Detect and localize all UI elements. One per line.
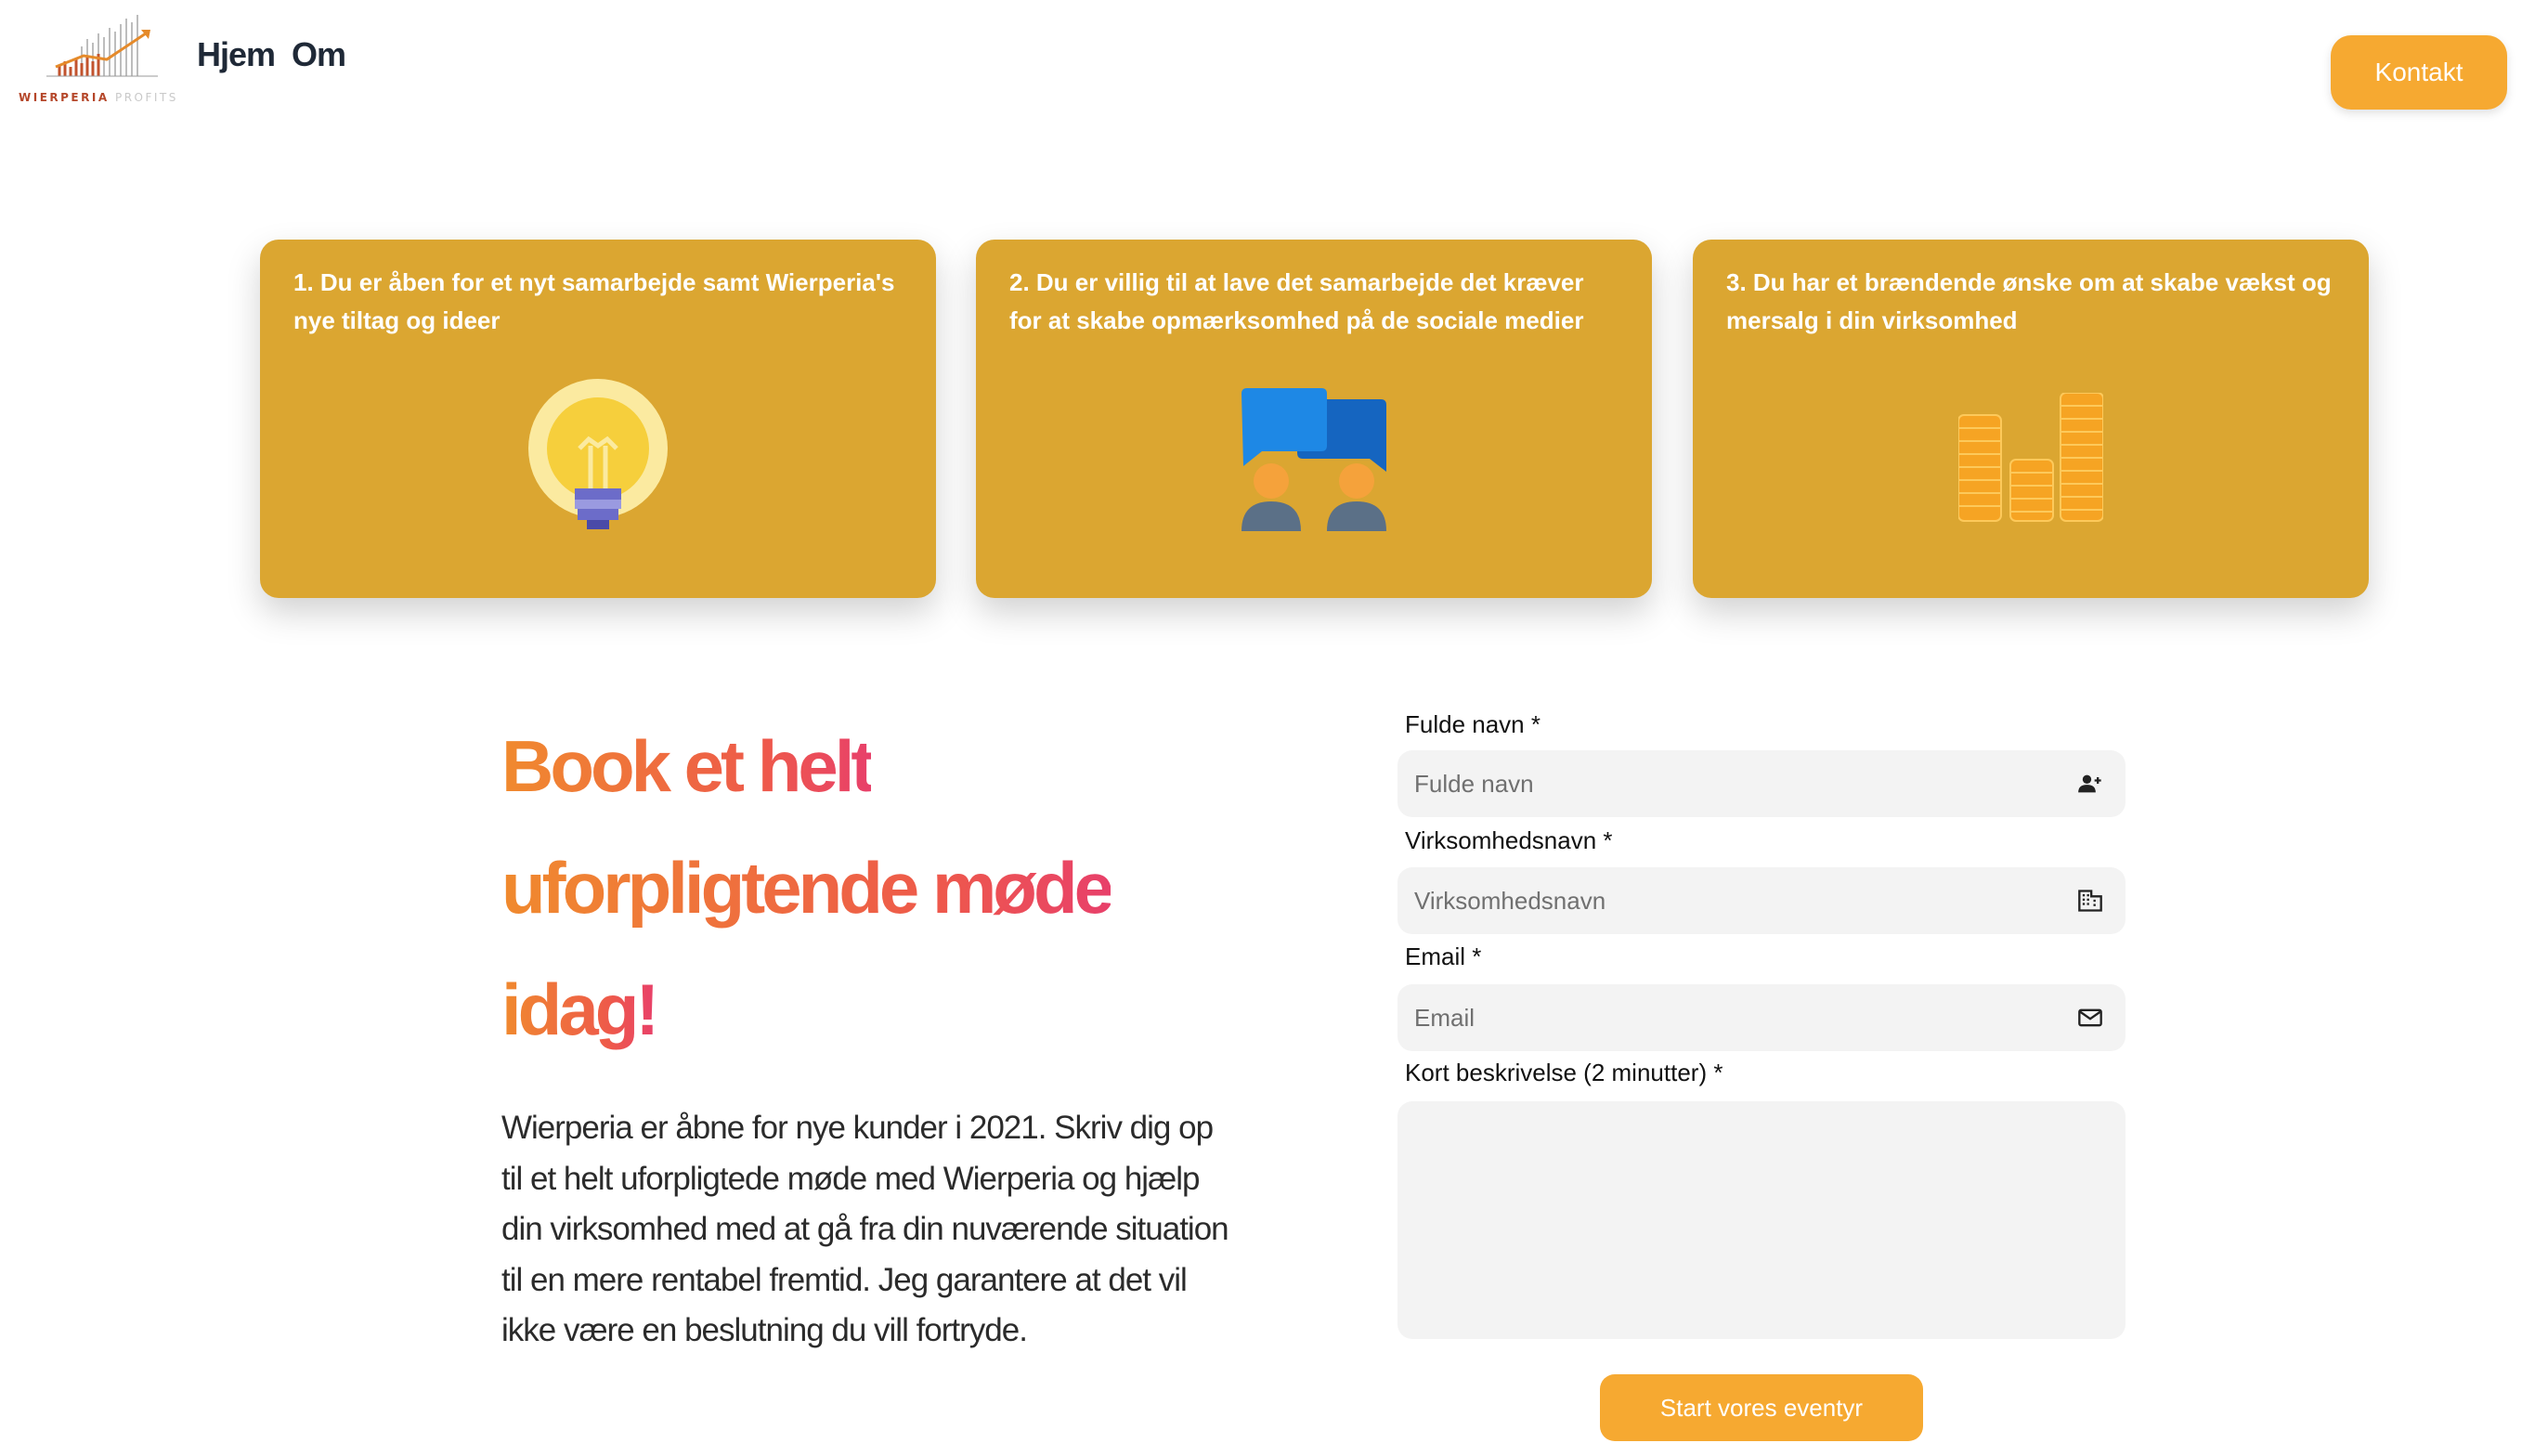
company-field	[1398, 867, 2126, 934]
logo-word-1: WIERPERIA	[19, 91, 110, 104]
nav-item-om[interactable]: Om	[292, 35, 346, 74]
name-field	[1398, 750, 2126, 817]
chat-people-icon	[1242, 388, 1386, 531]
submit-button[interactable]: Start vores eventyr	[1600, 1374, 1923, 1441]
company-input[interactable]	[1398, 867, 2126, 934]
name-input[interactable]	[1398, 750, 2126, 817]
criteria-card-1: 1. Du er åben for et nyt samarbejde samt…	[260, 240, 936, 598]
criteria-card-2: 2. Du er villig til at lave det samarbej…	[976, 240, 1652, 598]
main-nav: Hjem Om	[197, 35, 346, 74]
logo[interactable]: WIERPERIA PROFITS	[19, 11, 188, 110]
booking-description: Wierperia er åbne for nye kunder i 2021.…	[501, 1110, 1229, 1348]
building-icon	[2078, 890, 2102, 912]
criteria-card-3: 3. Du har et brændende ønske om at skabe…	[1693, 240, 2369, 598]
email-input[interactable]	[1398, 984, 2126, 1051]
card-text: 2. Du er villig til at lave det samarbej…	[1009, 268, 1584, 334]
coins-icon	[1958, 393, 2103, 522]
logo-chart-icon	[46, 15, 158, 77]
mail-icon	[2078, 1008, 2102, 1027]
page: WIERPERIA PROFITS Hjem Om Kontakt 1. Du …	[0, 0, 2535, 1456]
message-textarea[interactable]	[1398, 1101, 2126, 1339]
booking-heading: Book et helt uforpligtende møde idag!	[501, 706, 1244, 1071]
card-text: 3. Du har et brændende ønske om at skabe…	[1726, 268, 2332, 334]
company-label: Virksomhedsnavn *	[1405, 826, 1613, 854]
heading-line-2: uforpligtende møde	[501, 847, 1114, 929]
contact-button[interactable]: Kontakt	[2331, 35, 2507, 110]
nav-item-hjem[interactable]: Hjem	[197, 35, 276, 74]
email-label: Email *	[1405, 942, 1482, 970]
user-add-icon	[2078, 774, 2101, 793]
message-label: Kort beskrivelse (2 minutter) *	[1405, 1059, 1723, 1086]
card-text: 1. Du er åben for et nyt samarbejde samt…	[293, 268, 895, 334]
logo-wordmark: WIERPERIA PROFITS	[19, 91, 188, 104]
lightbulb-icon	[528, 379, 668, 529]
name-label: Fulde navn *	[1405, 710, 1540, 738]
heading-line-1: Book et helt	[501, 725, 875, 807]
heading-line-3: idag!	[501, 968, 659, 1050]
logo-word-2: PROFITS	[114, 91, 178, 104]
email-field	[1398, 984, 2126, 1051]
